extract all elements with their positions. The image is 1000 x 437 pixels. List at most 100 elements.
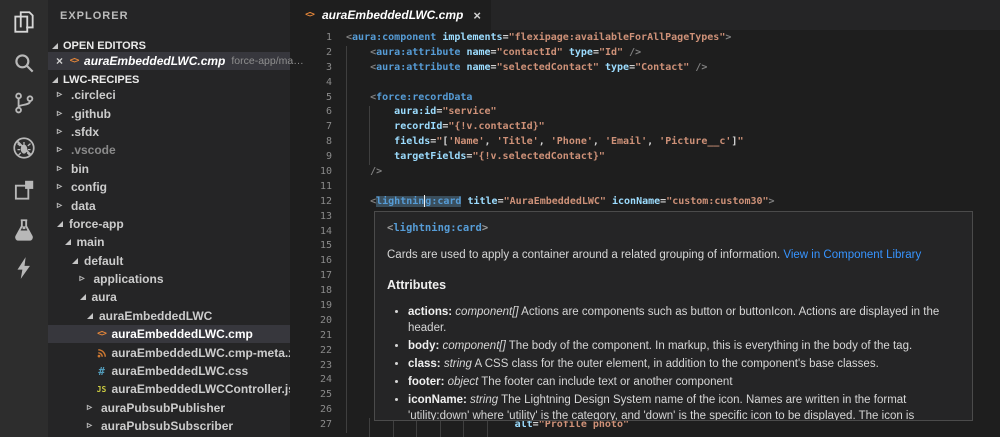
test-icon[interactable] (11, 217, 37, 243)
collapsed-twistie-icon[interactable]: ▹ (87, 402, 95, 413)
expanded-twistie-icon[interactable] (64, 239, 71, 246)
close-editor-icon[interactable]: × (56, 55, 63, 67)
tree-item-label: auraPubsubSubscriber (101, 419, 234, 434)
line-text (332, 359, 346, 374)
folder-item-aurapubsubsubscriber[interactable]: ▹ auraPubsubSubscriber (48, 417, 290, 435)
folder-item-bin[interactable]: ▹ bin (48, 160, 290, 178)
file-item-auraembeddedlwc-cmp[interactable]: <> auraEmbeddedLWC.cmp (48, 325, 290, 344)
tab-auraEmbeddedLWC-cmp[interactable]: <> auraEmbeddedLWC.cmp × (290, 0, 491, 30)
indent-guide (463, 418, 465, 437)
line-number: 6 (325, 106, 332, 118)
folder-item-data[interactable]: ▹ data (48, 196, 290, 214)
line-text: recordId="{!v.contactId}" (394, 121, 545, 133)
expanded-twistie-icon[interactable] (87, 312, 93, 319)
collapsed-twistie-icon[interactable]: ▹ (57, 108, 65, 119)
tree-item-label: data (71, 198, 96, 213)
expanded-twistie-icon[interactable] (57, 220, 63, 227)
line-number: 14 (319, 225, 332, 237)
code-line-5[interactable]: 5 <force:recordData (290, 91, 1000, 106)
line-number: 23 (319, 359, 332, 371)
tree-item-label: default (84, 253, 124, 268)
folder-item--circleci[interactable]: ▹ .circleci (48, 86, 290, 104)
line-text: targetFields="{!v.selectedContact}" (394, 151, 605, 163)
code-line-12[interactable]: 12 <lightning:card title="AuraEmbeddedLW… (290, 194, 1000, 210)
section-expanded-twistie-icon (52, 42, 58, 49)
cmp-file-icon: <> (97, 329, 107, 340)
file-item-auraembeddedlwccontroller-js[interactable]: JS auraEmbeddedLWCController.js (48, 380, 290, 398)
code-line-9[interactable]: 9 targetFields="{!v.selectedContact}" (290, 150, 1000, 165)
folder-item--sfdx[interactable]: ▹ .sfdx (48, 123, 290, 141)
debug-icon[interactable] (11, 135, 37, 161)
line-number: 26 (319, 404, 332, 416)
code-line-6[interactable]: 6 aura:id="service" (290, 105, 1000, 120)
folder-item-force-app[interactable]: force-app (48, 215, 290, 233)
file-item-auraembeddedlwc-cmp-meta-xml[interactable]: auraEmbeddedLWC.cmp-meta.xml (48, 343, 290, 361)
line-number: 7 (325, 121, 332, 133)
collapsed-twistie-icon[interactable]: ▹ (87, 421, 95, 431)
line-text (332, 210, 346, 225)
tab-close-icon[interactable]: × (473, 8, 481, 23)
component-library-link[interactable]: View in Component Library (783, 249, 921, 261)
folder-item-main[interactable]: main (48, 233, 290, 251)
line-text (332, 344, 346, 359)
collapsed-twistie-icon[interactable]: ▹ (80, 274, 88, 284)
attribute-doc-body: body: component[] The body of the compon… (408, 338, 960, 354)
file-item-auraembeddedlwc-css[interactable]: # auraEmbeddedLWC.css (48, 362, 290, 380)
line-number: 20 (319, 314, 332, 326)
line-text (332, 239, 346, 254)
line-text (332, 299, 346, 314)
line-text (332, 225, 346, 240)
hover-tooltip: <lightning:card> Cards are used to apply… (374, 211, 973, 421)
open-editor-filepath: force-app/ma… (231, 55, 304, 68)
css-file-icon: # (98, 364, 105, 378)
folder-item--vscode[interactable]: ▹ .vscode (48, 141, 290, 159)
line-number: 13 (319, 210, 332, 222)
folder-item-aurapubsubpublisher[interactable]: ▹ auraPubsubPublisher (48, 399, 290, 417)
code-line-10[interactable]: 10 /> (290, 165, 1000, 180)
line-text (332, 284, 346, 299)
folder-item--github[interactable]: ▹ .github (48, 104, 290, 122)
expanded-twistie-icon[interactable] (72, 257, 78, 264)
indent-guide (369, 105, 370, 166)
collapsed-twistie-icon[interactable]: ▹ (57, 126, 65, 137)
code-line-8[interactable]: 8 fields="['Name', 'Title', 'Phone', 'Em… (290, 135, 1000, 150)
code-line-11[interactable]: 11 (290, 180, 1000, 195)
extensions-icon[interactable] (11, 177, 37, 203)
search-icon[interactable] (11, 50, 37, 76)
source-control-icon[interactable] (11, 90, 37, 116)
collapsed-twistie-icon[interactable]: ▹ (57, 145, 65, 155)
folder-item-default[interactable]: default (48, 252, 290, 270)
folder-item-aura[interactable]: aura (48, 288, 290, 306)
lightning-icon[interactable] (11, 255, 37, 281)
collapsed-twistie-icon[interactable]: ▹ (57, 163, 65, 174)
files-icon[interactable] (11, 9, 37, 35)
collapsed-twistie-icon[interactable]: ▹ (57, 200, 65, 211)
tab-label: auraEmbeddedLWC.cmp (322, 8, 464, 22)
line-number: 18 (319, 285, 332, 297)
folder-item-auraembeddedlwc[interactable]: auraEmbeddedLWC (48, 307, 290, 325)
code-line-3[interactable]: 3 <aura:attribute name="selectedContact"… (290, 61, 1000, 76)
attribute-doc-class: class: string A CSS class for the outer … (408, 356, 960, 372)
tab-bar: <> auraEmbeddedLWC.cmp × (290, 0, 1000, 30)
open-editor-item[interactable]: × <> auraEmbeddedLWC.cmp force-app/ma… (48, 52, 304, 71)
code-line-2[interactable]: 2 <aura:attribute name="contactId" type=… (290, 46, 1000, 61)
code-line-7[interactable]: 7 recordId="{!v.contactId}" (290, 120, 1000, 135)
cmp-file-icon: <> (69, 56, 80, 67)
xml-file-icon (95, 346, 109, 360)
expanded-twistie-icon[interactable] (79, 294, 86, 301)
attribute-doc-footer: footer: object The footer can include te… (408, 374, 960, 390)
section-expanded-twistie-icon (52, 76, 58, 83)
collapsed-twistie-icon[interactable]: ▹ (57, 90, 65, 100)
tree-item-label: applications (93, 272, 164, 287)
line-text (332, 76, 346, 91)
folder-item-config[interactable]: ▹ config (48, 178, 290, 196)
tree-item-label: auraEmbeddedLWC (99, 308, 213, 323)
tree-item-label: .circleci (71, 88, 116, 103)
code-line-4[interactable]: 4 (290, 76, 1000, 91)
tree-item-label: auraEmbeddedLWCController.js (111, 382, 291, 397)
collapsed-twistie-icon[interactable]: ▹ (57, 182, 65, 192)
tree-item-label: aura (91, 290, 117, 305)
code-line-1[interactable]: 1 <aura:component implements="flexipage:a… (290, 31, 1000, 46)
indent-guide (416, 418, 418, 437)
folder-item-applications[interactable]: ▹ applications (48, 270, 290, 288)
